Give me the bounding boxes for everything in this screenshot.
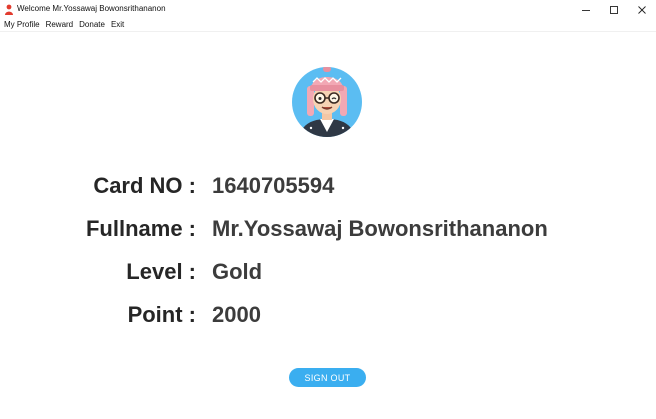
level-row: Level : Gold [0, 257, 656, 287]
menu-item-donate[interactable]: Donate [79, 19, 105, 31]
fullname-value: Mr.Yossawaj Bowonsrithananon [212, 216, 548, 241]
cartoon-avatar-icon [292, 67, 362, 137]
close-button[interactable] [628, 0, 656, 19]
window-title: Welcome Mr.Yossawaj Bowonsrithananon [17, 4, 166, 13]
point-label: Point : [127, 302, 196, 327]
card-number-row: Card NO : 1640705594 [0, 171, 656, 201]
card-number-value: 1640705594 [212, 173, 335, 198]
close-icon [638, 5, 646, 14]
menu-bar: My Profile Reward Donate Exit [0, 19, 656, 32]
maximize-button[interactable] [600, 0, 628, 19]
level-label: Level : [126, 259, 196, 284]
menu-item-my-profile[interactable]: My Profile [4, 19, 40, 31]
point-value: 2000 [212, 302, 261, 327]
menu-item-exit[interactable]: Exit [111, 19, 124, 31]
app-window: Welcome Mr.Yossawaj Bowonsrithananon My … [0, 0, 656, 419]
fullname-label: Fullname : [85, 216, 196, 241]
level-value: Gold [212, 259, 263, 284]
menu-item-reward[interactable]: Reward [46, 19, 74, 31]
fullname-row: Fullname : Mr.Yossawaj Bowonsrithananon [0, 214, 656, 244]
minimize-button[interactable] [572, 0, 600, 19]
minimize-icon [582, 9, 590, 11]
title-bar: Welcome Mr.Yossawaj Bowonsrithananon [0, 0, 656, 19]
maximize-icon [610, 5, 618, 14]
card-number-label: Card NO : [93, 173, 196, 198]
sign-out-button[interactable]: SIGN OUT [289, 368, 366, 387]
app-icon [5, 4, 13, 15]
point-row: Point : 2000 [0, 300, 656, 330]
